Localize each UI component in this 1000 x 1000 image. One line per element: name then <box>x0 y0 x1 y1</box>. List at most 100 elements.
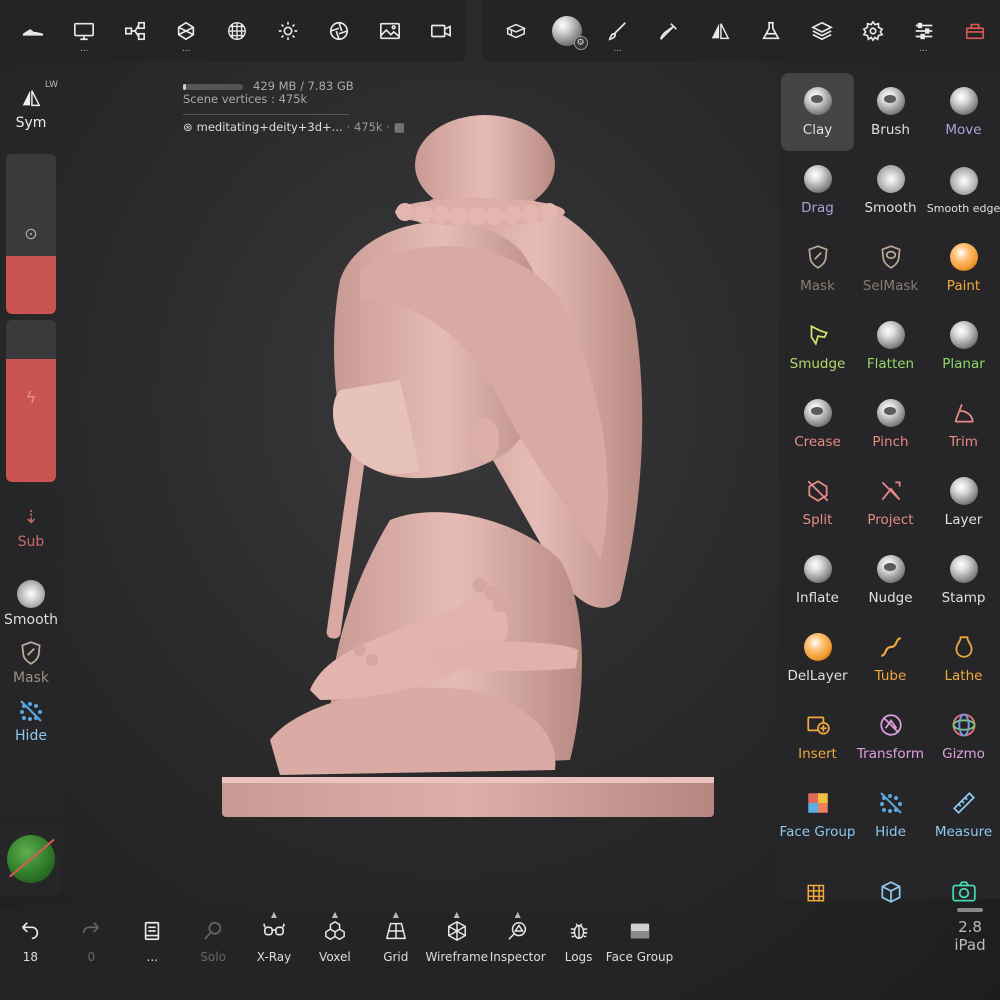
tool-mask[interactable]: Mask <box>781 229 854 307</box>
symmetry-toggle[interactable]: LW Sym <box>0 70 62 148</box>
tool-face-group[interactable]: Face Group <box>780 775 855 853</box>
face-group-button[interactable]: Face Group <box>606 910 673 1000</box>
tool-project[interactable]: Project <box>854 463 927 541</box>
layers-button[interactable] <box>796 0 847 62</box>
tool-smudge[interactable]: Smudge <box>781 307 854 385</box>
radius-slider[interactable]: ⊙ <box>6 154 56 314</box>
box-stack-icon <box>505 23 526 39</box>
tool-label: Lathe <box>944 668 983 684</box>
hide-icon <box>19 700 42 722</box>
undo-button[interactable]: 18 <box>0 910 61 1000</box>
layers-icon <box>810 21 833 41</box>
material-button[interactable]: ⚙ <box>541 0 592 62</box>
solo-button[interactable]: Solo <box>183 910 244 1000</box>
undo-count: 18 <box>22 950 39 964</box>
sphere-grid-button[interactable] <box>212 0 263 62</box>
shoe-button[interactable] <box>8 0 59 62</box>
video-button[interactable] <box>415 0 466 62</box>
paint-icon <box>949 242 979 272</box>
brush-icon <box>876 86 906 116</box>
redo-button[interactable]: 0 <box>61 910 122 1000</box>
wireframe-button[interactable]: ▲ Wireframe <box>425 910 488 1000</box>
background-image-button[interactable] <box>364 0 415 62</box>
tool-clay[interactable]: Clay <box>781 73 854 151</box>
brush-pen-icon <box>607 22 626 41</box>
tool-layer[interactable]: Layer <box>927 463 1000 541</box>
node-graph-button[interactable] <box>110 0 161 62</box>
inspector-label: Inspector <box>489 950 546 964</box>
mesh-info[interactable]: ⊛ meditating+deity+3d+... · 475k · ▩ <box>183 121 405 134</box>
selmask-icon <box>876 242 906 272</box>
voxel-button[interactable]: ▲ Voxel <box>304 910 365 1000</box>
lighting-button[interactable] <box>262 0 313 62</box>
bug-icon <box>570 923 587 940</box>
tool-split[interactable]: Split <box>781 463 854 541</box>
symmetry-button[interactable] <box>694 0 745 62</box>
tool-trim[interactable]: Trim <box>927 385 1000 463</box>
tool-smooth-edge[interactable]: Smooth edge <box>927 151 1000 229</box>
picker-button[interactable] <box>643 0 694 62</box>
quick-hide[interactable]: Hide <box>15 698 47 744</box>
experimental-button[interactable] <box>745 0 796 62</box>
settings-button[interactable] <box>847 0 898 62</box>
xray-button[interactable]: ▲ X-Ray <box>244 910 305 1000</box>
sliders-icon <box>915 22 932 40</box>
tool-label: Crease <box>794 434 841 450</box>
tool-inflate[interactable]: Inflate <box>781 541 854 619</box>
box-icon <box>876 877 906 907</box>
tool-measure[interactable]: Measure <box>927 775 1000 853</box>
tool-gizmo[interactable]: Gizmo <box>927 697 1000 775</box>
tool-drag[interactable]: Drag <box>781 151 854 229</box>
tool-insert[interactable]: Insert <box>781 697 854 775</box>
grid-caret-icon: ▲ <box>392 910 399 919</box>
tool-move[interactable]: Move <box>927 73 1000 151</box>
tool-hide[interactable]: Hide <box>854 775 927 853</box>
painting-button[interactable]: ... <box>592 0 643 62</box>
tool-box[interactable] <box>854 853 927 931</box>
inflate-icon <box>803 554 833 584</box>
tools-button[interactable] <box>949 0 1000 62</box>
tool-label: Smooth <box>864 200 917 216</box>
device-name: iPad <box>954 936 986 954</box>
tool-smooth[interactable]: Smooth <box>854 151 927 229</box>
logs-button[interactable]: Logs <box>548 910 609 1000</box>
tool-selmask[interactable]: SelMask <box>854 229 927 307</box>
tool-label: Mask <box>800 278 835 294</box>
quick-smooth[interactable]: Smooth <box>4 580 58 628</box>
layer-icon <box>949 476 979 506</box>
material-preview[interactable] <box>0 823 62 895</box>
tool-planar[interactable]: Planar <box>927 307 1000 385</box>
tool-label: Gizmo <box>942 746 985 762</box>
tool-stamp[interactable]: Stamp <box>927 541 1000 619</box>
tool-shop[interactable] <box>781 853 854 931</box>
smooth-icon <box>17 580 45 608</box>
tool-brush[interactable]: Brush <box>854 73 927 151</box>
tool-crease[interactable]: Crease <box>781 385 854 463</box>
mesh-menu-dots: ... <box>181 44 191 54</box>
scene-button[interactable] <box>490 0 541 62</box>
camera-aperture-button[interactable] <box>313 0 364 62</box>
tool-pinch[interactable]: Pinch <box>854 385 927 463</box>
tool-flatten[interactable]: Flatten <box>854 307 927 385</box>
mesh-cube-button[interactable]: ... <box>161 0 212 62</box>
tool-dellayer[interactable]: DelLayer <box>781 619 854 697</box>
tool-tube[interactable]: Tube <box>854 619 927 697</box>
tool-lathe[interactable]: Lathe <box>927 619 1000 697</box>
monitor-button[interactable]: ... <box>59 0 110 62</box>
inspector-button[interactable]: ▲ Inspector <box>487 910 548 1000</box>
tool-settings-button[interactable]: ... <box>898 0 949 62</box>
tool-label: Insert <box>798 746 837 762</box>
intensity-slider[interactable]: ϟ <box>6 320 56 482</box>
quick-mask[interactable]: Mask <box>13 640 49 686</box>
voxel-label: Voxel <box>319 950 351 964</box>
sub-toggle[interactable]: ⇣ Sub <box>0 492 62 564</box>
tool-transform[interactable]: Transform <box>854 697 927 775</box>
tool-nudge[interactable]: Nudge <box>854 541 927 619</box>
tool-label: Layer <box>944 512 983 528</box>
grid-button[interactable]: ▲ Grid <box>365 910 426 1000</box>
toolbox-icon <box>965 23 984 40</box>
wireframe-icon <box>447 920 466 942</box>
history-button[interactable]: ... <box>122 910 183 1000</box>
voxel-caret-icon: ▲ <box>331 910 338 919</box>
tool-paint[interactable]: Paint <box>927 229 1000 307</box>
